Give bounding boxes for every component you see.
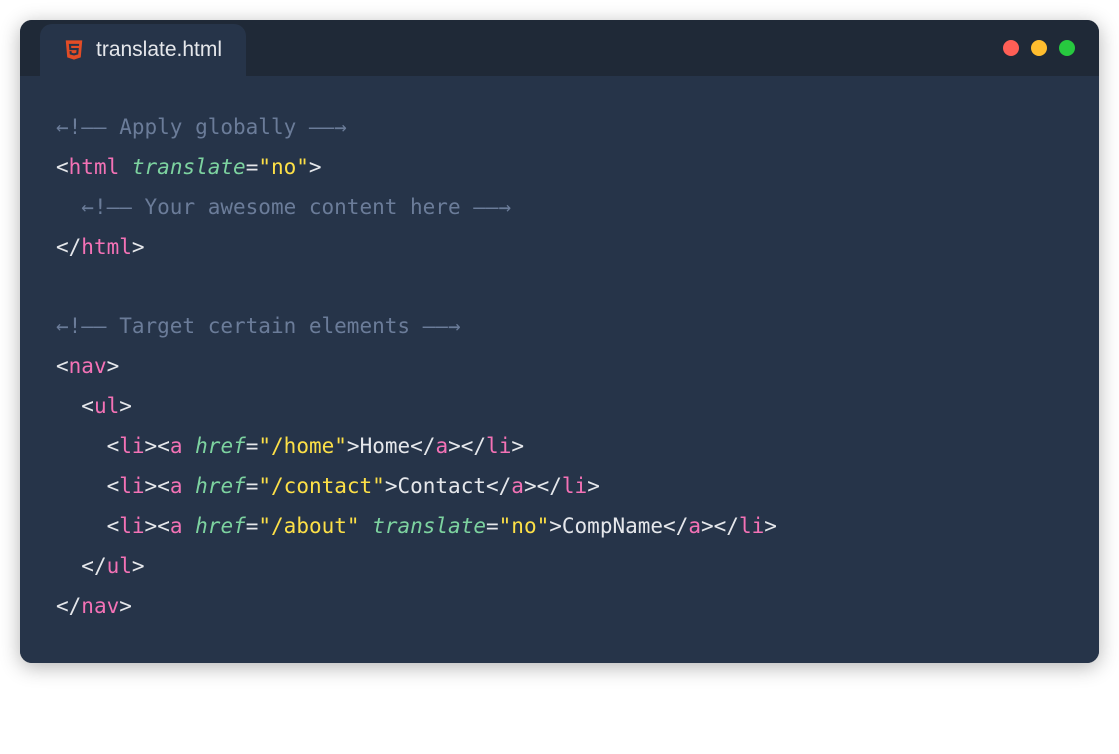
- li-tag: li: [119, 434, 144, 458]
- html-tag: html: [69, 155, 120, 179]
- close-bracket: >: [119, 594, 132, 618]
- code-line-1: ←!—— Apply globally ——→: [56, 108, 1063, 148]
- href-attr: href: [195, 434, 246, 458]
- titlebar: translate.html: [20, 20, 1099, 76]
- href-value: "/home": [258, 434, 347, 458]
- href-value: "/about": [258, 514, 359, 538]
- ul-tag: ul: [107, 554, 132, 578]
- a-tag: a: [170, 474, 183, 498]
- close-tag-bracket: </: [81, 554, 106, 578]
- comment-close: ——→: [309, 115, 347, 139]
- translate-attr: translate: [372, 514, 486, 538]
- close-bracket: >: [107, 354, 120, 378]
- translate-value: "no": [499, 514, 550, 538]
- comment-open: ←!——: [56, 314, 107, 338]
- equals: =: [246, 155, 259, 179]
- comment-text: Target certain elements: [107, 314, 423, 338]
- li-tag: li: [119, 474, 144, 498]
- li-tag: li: [119, 514, 144, 538]
- comment-close: ——→: [423, 314, 461, 338]
- close-bracket: >: [119, 394, 132, 418]
- comment-text: Apply globally: [107, 115, 309, 139]
- comment-close: ——→: [473, 195, 511, 219]
- link-text-home: Home: [360, 434, 411, 458]
- code-line-11: <li><a href="/about" translate="no">Comp…: [56, 507, 1063, 547]
- comment-open: ←!——: [56, 115, 107, 139]
- code-line-9: <li><a href="/home">Home</a></li>: [56, 427, 1063, 467]
- open-bracket: <: [56, 354, 69, 378]
- code-line-12: </ul>: [56, 547, 1063, 587]
- comment-open: ←!——: [81, 195, 132, 219]
- a-tag: a: [170, 434, 183, 458]
- close-tag-bracket: </: [56, 594, 81, 618]
- attr-value: "no": [258, 155, 309, 179]
- blank-line: [56, 268, 1063, 308]
- translate-attr: translate: [132, 155, 246, 179]
- minimize-button[interactable]: [1031, 40, 1047, 56]
- ul-tag: ul: [94, 394, 119, 418]
- code-line-13: </nav>: [56, 587, 1063, 627]
- code-line-2: <html translate="no">: [56, 148, 1063, 188]
- close-bracket: >: [132, 235, 145, 259]
- href-attr: href: [195, 474, 246, 498]
- close-bracket: >: [309, 155, 322, 179]
- open-bracket: <: [81, 394, 94, 418]
- close-button[interactable]: [1003, 40, 1019, 56]
- html-tag: html: [81, 235, 132, 259]
- open-bracket: <: [56, 155, 69, 179]
- html5-icon: [64, 39, 84, 61]
- code-editor[interactable]: ←!—— Apply globally ——→ <html translate=…: [20, 76, 1099, 663]
- close-bracket: >: [132, 554, 145, 578]
- nav-tag: nav: [69, 354, 107, 378]
- link-text-contact: Contact: [397, 474, 486, 498]
- code-line-10: <li><a href="/contact">Contact</a></li>: [56, 467, 1063, 507]
- nav-tag: nav: [81, 594, 119, 618]
- code-line-6: ←!—— Target certain elements ——→: [56, 307, 1063, 347]
- code-line-7: <nav>: [56, 347, 1063, 387]
- link-text-compname: CompName: [562, 514, 663, 538]
- href-attr: href: [195, 514, 246, 538]
- file-tab[interactable]: translate.html: [40, 24, 246, 76]
- comment-text: Your awesome content here: [132, 195, 473, 219]
- code-line-4: </html>: [56, 228, 1063, 268]
- tab-filename: translate.html: [96, 38, 222, 62]
- close-tag-bracket: </: [56, 235, 81, 259]
- href-value: "/contact": [258, 474, 384, 498]
- window-controls: [1003, 40, 1075, 56]
- code-line-8: <ul>: [56, 387, 1063, 427]
- maximize-button[interactable]: [1059, 40, 1075, 56]
- editor-window: translate.html ←!—— Apply globally ——→ <…: [20, 20, 1099, 663]
- code-line-3: ←!—— Your awesome content here ——→: [56, 188, 1063, 228]
- a-tag: a: [170, 514, 183, 538]
